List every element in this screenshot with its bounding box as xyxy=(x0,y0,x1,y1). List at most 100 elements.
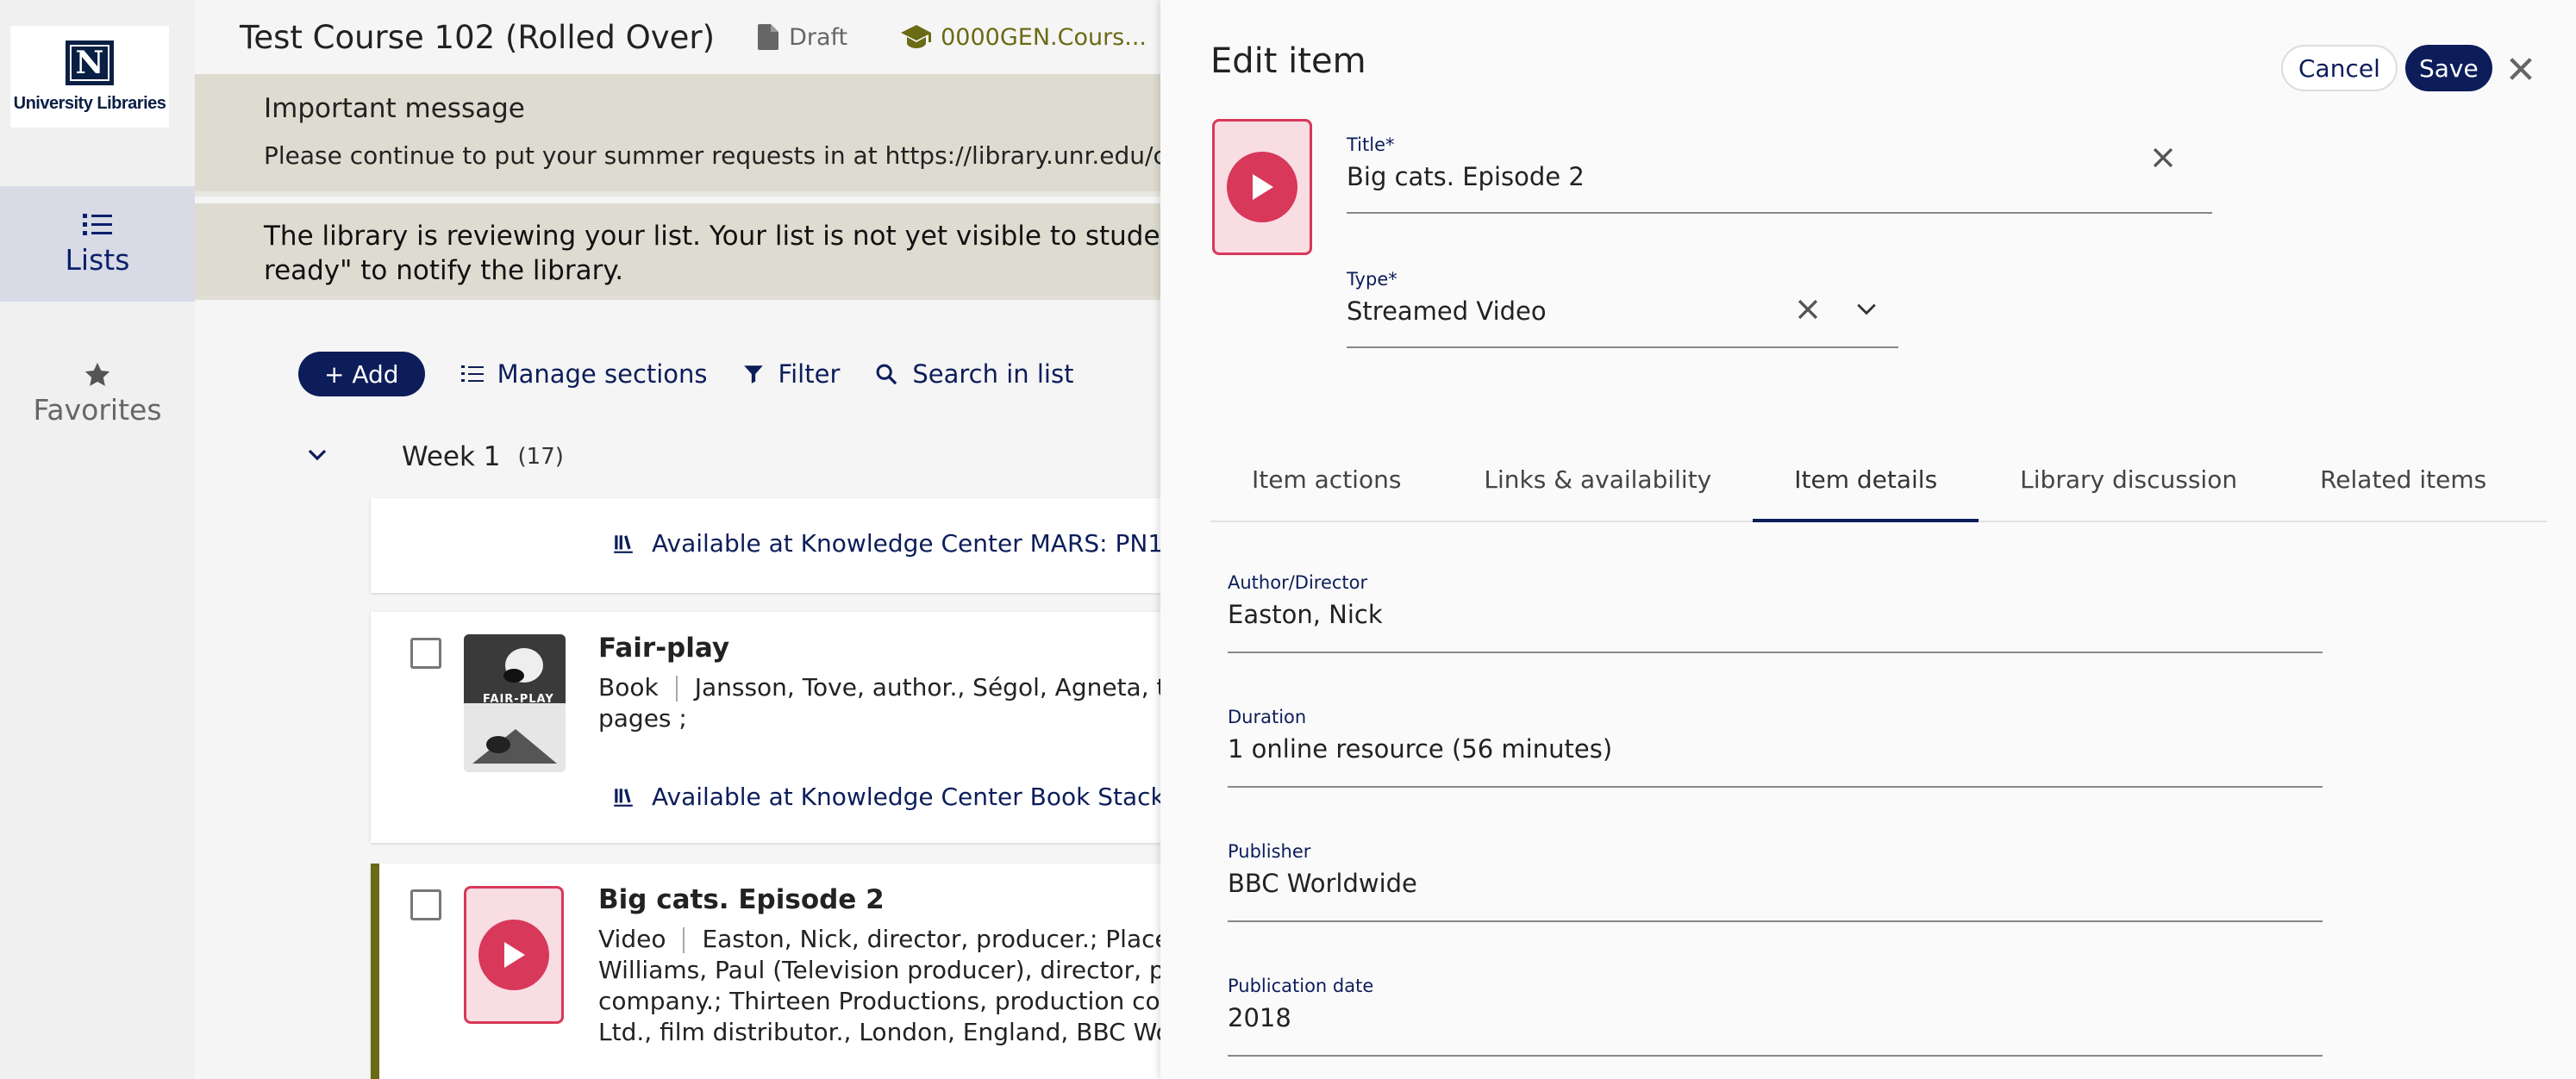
book-cover-text: FAIR-PLAY xyxy=(483,693,554,706)
separator xyxy=(683,927,685,953)
availability-text: Available at Knowledge Center MARS: PN19… xyxy=(652,529,1160,558)
library-books-icon xyxy=(614,788,633,807)
publisher-field[interactable]: Publisher BBC Worldwide xyxy=(1228,841,2323,922)
item-authors-line4: Ltd., film distributor., London, England… xyxy=(598,1018,1160,1046)
university-libraries-logo[interactable]: N University Libraries xyxy=(10,26,169,128)
publication-date-field[interactable]: Publication date 2018 xyxy=(1228,976,2323,1057)
important-message-body: Please continue to put your summer reque… xyxy=(264,141,1160,170)
item-metadata: Video Easton, Nick, director, producer.; … xyxy=(598,924,1160,1048)
play-icon xyxy=(478,920,549,990)
title-field[interactable]: Title* Big cats. Episode 2 xyxy=(1347,134,2212,214)
close-icon xyxy=(2510,58,2532,80)
nav-item-lists[interactable]: Lists xyxy=(0,186,195,302)
nav-item-favorites-label: Favorites xyxy=(33,393,162,427)
graduation-cap-icon xyxy=(901,25,932,48)
collapse-section-toggle[interactable] xyxy=(307,448,376,465)
tab-library-discussion[interactable]: Library discussion xyxy=(1979,441,2279,522)
item-type: Video xyxy=(598,925,666,953)
search-in-list-button[interactable]: Search in list xyxy=(874,359,1073,389)
search-in-list-label: Search in list xyxy=(912,359,1074,389)
item-checkbox[interactable] xyxy=(410,638,441,669)
filter-label: Filter xyxy=(778,359,841,389)
chevron-down-icon xyxy=(1857,303,1876,315)
item-title[interactable]: Fair-play xyxy=(598,633,729,664)
item-metadata: Book Jansson, Tove, author., Ségol, Agnet… xyxy=(598,672,1160,734)
list-item-selected[interactable]: Big cats. Episode 2 Video Easton, Nick, d… xyxy=(371,864,1160,1079)
manage-sections-button[interactable]: Manage sections xyxy=(460,359,708,389)
course-code-link[interactable]: 0000GEN.Cours... xyxy=(901,24,1147,51)
section-count: (17) xyxy=(517,444,564,470)
field-label: Publisher xyxy=(1228,841,1311,862)
document-icon xyxy=(758,24,779,50)
field-label: Author/Director xyxy=(1228,572,1368,593)
tab-related-items[interactable]: Related items xyxy=(2279,441,2528,522)
manage-sections-label: Manage sections xyxy=(497,359,708,389)
separator xyxy=(675,676,678,702)
filter-button[interactable]: Filter xyxy=(742,359,841,389)
clear-title-button[interactable] xyxy=(2148,143,2178,176)
item-title[interactable]: Big cats. Episode 2 xyxy=(598,884,885,915)
video-thumbnail xyxy=(1212,119,1312,255)
list-toolbar: + Add Manage sections Filter Search in l… xyxy=(298,352,1073,396)
tab-item-details[interactable]: Item details xyxy=(1753,441,1979,522)
type-select[interactable]: Type* Streamed Video xyxy=(1347,269,1898,348)
nav-item-favorites[interactable]: Favorites xyxy=(0,360,195,446)
duration-field[interactable]: Duration 1 online resource (56 minutes) xyxy=(1228,707,2323,788)
cancel-button[interactable]: Cancel xyxy=(2281,45,2398,91)
clear-type-button[interactable] xyxy=(1793,295,1823,327)
tab-links-availability[interactable]: Links & availability xyxy=(1442,441,1753,522)
book-cover-thumbnail: FAIR-PLAY xyxy=(464,634,566,772)
review-status-line1: The library is reviewing your list. Your… xyxy=(264,221,1160,252)
library-books-icon xyxy=(614,534,633,553)
star-icon xyxy=(84,362,110,386)
section-header: Week 1 (17) xyxy=(307,441,564,472)
field-value[interactable]: Easton, Nick xyxy=(1228,600,2323,629)
field-value[interactable]: 1 online resource (56 minutes) xyxy=(1228,734,2323,764)
type-field-label: Type* xyxy=(1347,269,1397,290)
availability-link[interactable]: Available at Knowledge Center Book Stack… xyxy=(612,783,1160,811)
item-authors-line2: Williams, Paul (Television producer), di… xyxy=(598,956,1160,984)
course-code-text: 0000GEN.Cours... xyxy=(941,23,1147,51)
status-text: Draft xyxy=(789,23,848,51)
important-message-title: Important message xyxy=(264,93,525,124)
availability-link[interactable]: Available at Knowledge Center MARS: PN19… xyxy=(612,529,1160,558)
list-item[interactable]: FAIR-PLAY Fair-play Book Jansson, Tove, a… xyxy=(371,612,1160,843)
course-header: Test Course 102 (Rolled Over) Draft 0000… xyxy=(195,0,1160,74)
panel-title: Edit item xyxy=(1210,41,1366,81)
list-icon xyxy=(83,213,112,235)
tab-item-actions[interactable]: Item actions xyxy=(1210,441,1442,522)
field-value[interactable]: BBC Worldwide xyxy=(1228,869,2323,898)
item-tabs: Item actions Links & availability Item d… xyxy=(1210,441,2547,522)
edit-item-panel: Edit item Cancel Save Title* Big cats. E… xyxy=(1160,0,2576,1079)
type-dropdown-toggle[interactable] xyxy=(1855,302,1878,321)
field-label: Duration xyxy=(1228,707,1307,727)
manage-sections-icon xyxy=(460,365,484,382)
save-button[interactable]: Save xyxy=(2405,45,2492,91)
item-authors: Jansson, Tove, author., Ségol, Agneta, t… xyxy=(694,673,1160,702)
status-badge: Draft xyxy=(758,24,847,51)
important-message-banner: Important message Please continue to put… xyxy=(195,74,1160,196)
field-value[interactable]: 2018 xyxy=(1228,1003,2323,1032)
item-extent: pages ; xyxy=(598,704,687,733)
nav-item-lists-label: Lists xyxy=(65,242,130,277)
title-field-label: Title* xyxy=(1347,134,1395,155)
search-icon xyxy=(876,364,897,385)
field-label: Publication date xyxy=(1228,976,1374,996)
item-authors-line1: Easton, Nick, director, producer.; Place… xyxy=(702,925,1160,953)
review-status-banner: The library is reviewing your list. Your… xyxy=(195,203,1160,300)
title-field-value[interactable]: Big cats. Episode 2 xyxy=(1347,162,2212,191)
clear-icon xyxy=(1798,299,1818,320)
course-title: Test Course 102 (Rolled Over) xyxy=(240,18,716,56)
author-director-field[interactable]: Author/Director Easton, Nick xyxy=(1228,572,2323,653)
add-button[interactable]: + Add xyxy=(298,352,425,396)
item-type: Book xyxy=(598,673,659,702)
list-item[interactable]: Available at Knowledge Center MARS: PN19… xyxy=(371,498,1160,593)
item-checkbox[interactable] xyxy=(410,889,441,920)
review-status-line2: ready" to notify the library. xyxy=(264,255,624,286)
play-icon xyxy=(1227,152,1297,222)
item-authors-line3: company.; Thirteen Productions, producti… xyxy=(598,987,1160,1015)
close-panel-button[interactable] xyxy=(2502,50,2540,88)
logo-text: University Libraries xyxy=(13,93,166,113)
availability-text: Available at Knowledge Center Book Stack… xyxy=(652,783,1160,811)
left-navigation: N University Libraries Lists Favorites xyxy=(0,0,195,1079)
